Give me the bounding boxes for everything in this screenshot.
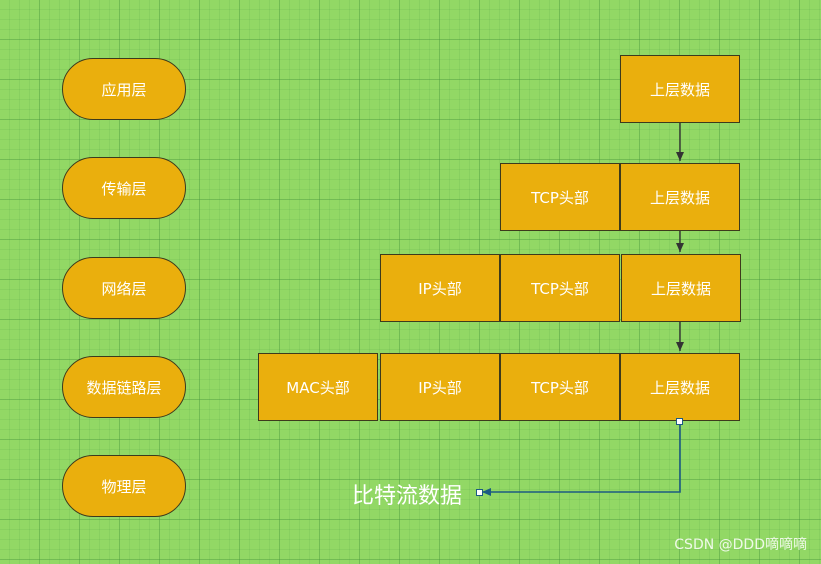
bit-stream-label[interactable]: 比特流数据 [352, 478, 462, 510]
diagram-canvas: { "layers": [ {"label": "应用层"}, {"label"… [0, 0, 821, 564]
arrow-to-bitstream[interactable] [482, 421, 681, 496]
watermark: CSDN @DDD嘀嘀嘀 [674, 537, 807, 553]
connector-handle[interactable] [676, 418, 683, 425]
connector-handle[interactable] [476, 489, 483, 496]
